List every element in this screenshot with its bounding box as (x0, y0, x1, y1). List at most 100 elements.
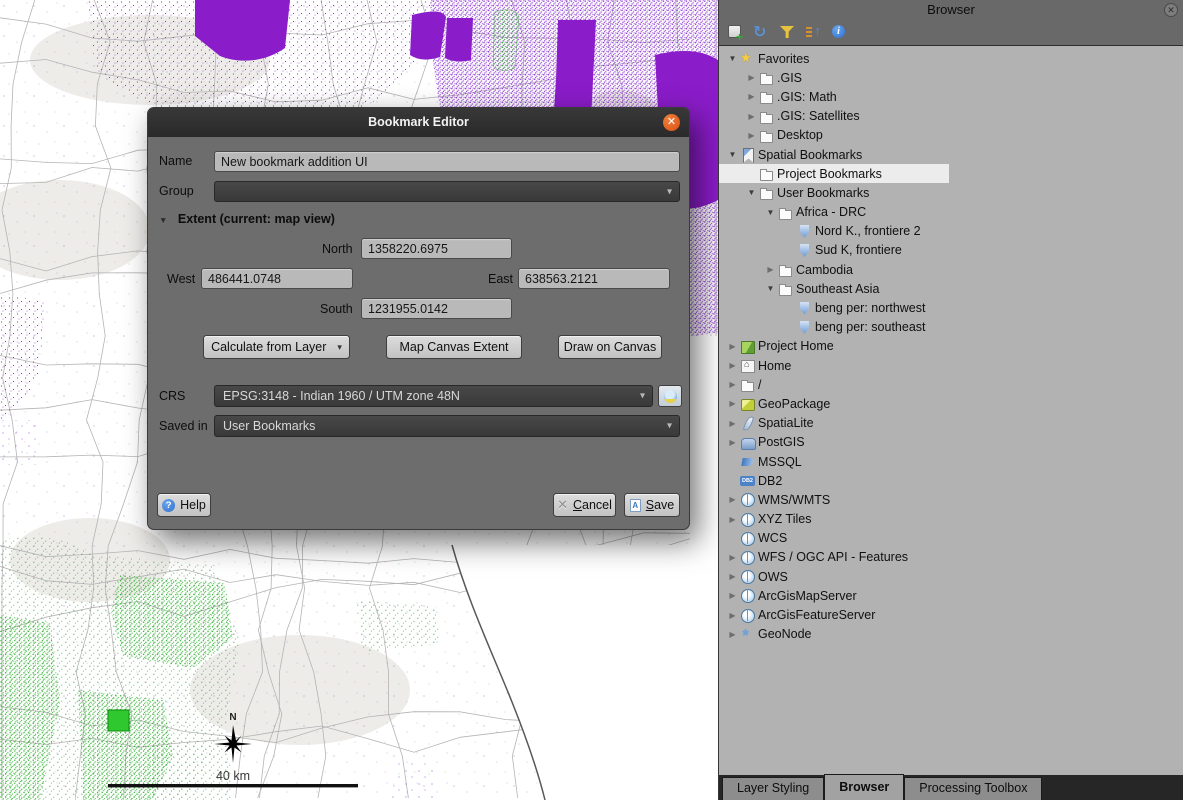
panel-close-button[interactable]: ✕ (1164, 3, 1178, 17)
expand-arrow-icon[interactable]: ▶ (725, 611, 740, 620)
calculate-from-layer-button[interactable]: Calculate from Layer ▾ (203, 335, 350, 359)
group-combobox[interactable] (214, 181, 680, 202)
expand-arrow-icon[interactable]: ▶ (725, 515, 740, 524)
saved-in-combobox[interactable]: User Bookmarks (214, 415, 680, 437)
expand-arrow-icon[interactable]: ▶ (744, 112, 759, 121)
tree-item[interactable]: ▶GeoPackage (719, 394, 1183, 413)
tree-item[interactable]: ▼Favorites (719, 49, 1183, 68)
tree-item[interactable]: ▼ Spatial Bookmarks (719, 145, 1183, 164)
tree-item[interactable]: ▶SpatiaLite (719, 414, 1183, 433)
map-canvas-extent-button[interactable]: Map Canvas Extent (386, 335, 522, 359)
crs-combobox[interactable]: EPSG:3148 - Indian 1960 / UTM zone 48N (214, 385, 653, 407)
folder-icon (778, 262, 793, 277)
tree-item[interactable]: ▶/ (719, 375, 1183, 394)
tree-item[interactable]: ▶Desktop (719, 126, 1183, 145)
save-button[interactable]: A Save (624, 493, 680, 517)
collapse-arrow-icon[interactable]: ▼ (763, 284, 778, 293)
collapse-arrow-icon[interactable]: ▼ (725, 54, 740, 63)
tree-item[interactable]: ▶.GIS: Satellites (719, 107, 1183, 126)
tree-item[interactable]: ▶OWS (719, 567, 1183, 586)
tree-item[interactable]: ▶ ArcGisFeatureServer (719, 605, 1183, 624)
properties-icon[interactable] (830, 23, 848, 41)
tree-item[interactable]: ▶PostGIS (719, 433, 1183, 452)
dialog-close-button[interactable]: ✕ (663, 114, 680, 131)
tree-item-label: MSSQL (758, 455, 802, 469)
tree-item[interactable]: ▶ WMS/WMTS (719, 490, 1183, 509)
expand-arrow-icon[interactable]: ▶ (763, 265, 778, 274)
collapse-arrow-icon[interactable]: ▼ (744, 188, 759, 197)
expand-arrow-icon[interactable]: ▶ (725, 495, 740, 504)
tree-item-label: beng per: southeast (815, 320, 926, 334)
expand-arrow-icon[interactable]: ▶ (725, 572, 740, 581)
tree-item[interactable]: ▶ XYZ Tiles (719, 510, 1183, 529)
dock-tab-layer-styling[interactable]: Layer Styling (722, 777, 824, 800)
expand-arrow-icon[interactable]: ▶ (725, 591, 740, 600)
west-input[interactable]: 486441.0748 (201, 268, 353, 289)
expand-arrow-icon[interactable]: ▶ (725, 438, 740, 447)
tree-item[interactable]: ▶GeoNode (719, 625, 1183, 644)
expand-arrow-icon[interactable]: ▶ (725, 342, 740, 351)
select-crs-button[interactable] (658, 385, 682, 407)
dropdown-arrow-icon: ▾ (337, 342, 342, 353)
dock-tab-processing-toolbox[interactable]: Processing Toolbox (904, 777, 1042, 800)
tree-item[interactable]: DB2 (719, 471, 1183, 490)
crs-value: EPSG:3148 - Indian 1960 / UTM zone 48N (223, 389, 460, 403)
expand-arrow-icon[interactable]: ▶ (744, 73, 759, 82)
tree-item[interactable]: Sud K, frontiere (719, 241, 1183, 260)
tree-item-label: XYZ Tiles (758, 512, 812, 526)
filter-icon[interactable] (778, 23, 796, 41)
name-input[interactable]: New bookmark addition UI (214, 151, 680, 172)
expand-arrow-icon[interactable]: ▶ (725, 553, 740, 562)
help-button[interactable]: ? Help (157, 493, 211, 517)
browser-toolbar (726, 21, 848, 43)
folder-icon (778, 281, 793, 296)
tree-item[interactable]: ▶ArcGisMapServer (719, 586, 1183, 605)
tree-item[interactable]: ▶ .GIS: Math (719, 87, 1183, 106)
folder-icon (778, 205, 793, 220)
tree-item[interactable]: ▶Project Home (719, 337, 1183, 356)
collapse-arrow-icon[interactable]: ▼ (763, 208, 778, 217)
expand-arrow-icon[interactable]: ▶ (725, 380, 740, 389)
expand-arrow-icon[interactable]: ▶ (725, 399, 740, 408)
tree-item[interactable]: ▶ Cambodia (719, 260, 1183, 279)
tree-item[interactable]: ▶Home (719, 356, 1183, 375)
dock-tab-browser[interactable]: Browser (824, 774, 904, 800)
collapse-arrow-icon[interactable]: ▼ (725, 150, 740, 159)
tree-item[interactable]: ▼User Bookmarks (719, 183, 1183, 202)
expand-arrow-icon[interactable]: ▶ (725, 630, 740, 639)
tree-item-label: .GIS: Math (777, 90, 837, 104)
expand-arrow-icon[interactable]: ▶ (744, 92, 759, 101)
expand-arrow-icon[interactable]: ▶ (725, 361, 740, 370)
tree-item[interactable]: Project Bookmarks (719, 164, 949, 183)
tree-item-label: WMS/WMTS (758, 493, 830, 507)
extent-group-header[interactable]: ▼ Extent (current: map view) (159, 212, 335, 226)
north-input[interactable]: 1358220.6975 (361, 238, 512, 259)
tree-item-label: Cambodia (796, 263, 853, 277)
tree-item[interactable]: ▼Southeast Asia (719, 279, 1183, 298)
tree-item[interactable]: MSSQL (719, 452, 1183, 471)
tree-item-label: WFS / OGC API - Features (758, 550, 908, 564)
tree-item-label: ArcGisFeatureServer (758, 608, 875, 622)
south-input[interactable]: 1231955.0142 (361, 298, 512, 319)
add-bookmark-icon[interactable] (726, 23, 744, 41)
draw-on-canvas-button[interactable]: Draw on Canvas (558, 335, 662, 359)
shield-icon (797, 243, 812, 258)
postgis-icon (740, 435, 755, 450)
tree-item[interactable]: ▶ WFS / OGC API - Features (719, 548, 1183, 567)
expand-arrow-icon[interactable]: ▶ (725, 419, 740, 428)
tree-item[interactable]: beng per: northwest (719, 298, 1183, 317)
tree-item-label: .GIS (777, 71, 802, 85)
collapse-tree-icon[interactable] (804, 23, 822, 41)
tree-item[interactable]: ▼Africa - DRC (719, 203, 1183, 222)
tree-item[interactable]: beng per: southeast (719, 318, 1183, 337)
tree-item[interactable]: ▶ .GIS (719, 68, 1183, 87)
expand-arrow-icon[interactable]: ▶ (744, 131, 759, 140)
tree-item[interactable]: WCS (719, 529, 1183, 548)
refresh-icon[interactable] (752, 23, 770, 41)
tree-item[interactable]: Nord K., frontiere 2 (719, 222, 1183, 241)
geopackage-icon (740, 396, 755, 411)
cancel-button[interactable]: ✕ Cancel (553, 493, 616, 517)
east-input[interactable]: 638563.2121 (518, 268, 670, 289)
tree-item-label: Spatial Bookmarks (758, 148, 862, 162)
dialog-titlebar[interactable]: Bookmark Editor ✕ (148, 108, 689, 137)
